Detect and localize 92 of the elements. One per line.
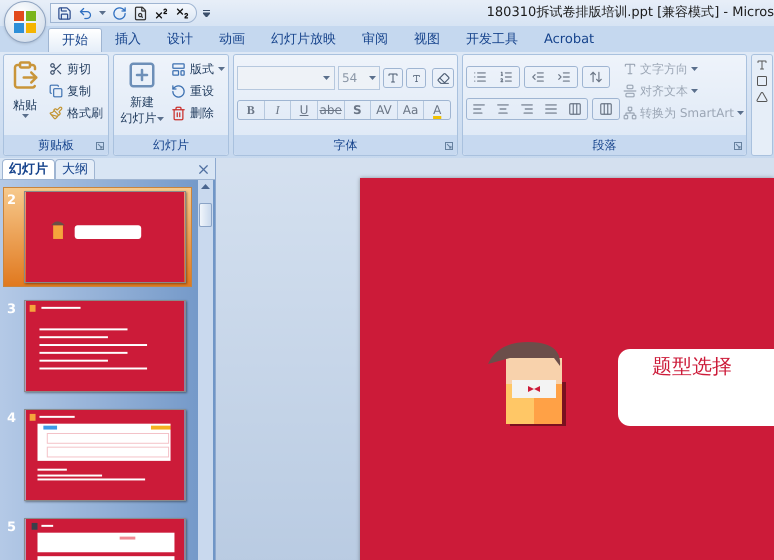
ribbon-button[interactable]: 格式刷 xyxy=(47,102,105,124)
ribbon-tab[interactable]: 动画 xyxy=(206,28,258,52)
format-button[interactable]: U xyxy=(291,101,318,119)
shrink-font-icon[interactable] xyxy=(406,68,426,88)
align-icon[interactable] xyxy=(568,102,582,116)
paragraph-format-icon[interactable] xyxy=(499,70,513,84)
align-text-icon xyxy=(623,84,637,98)
slide-number: 5 xyxy=(7,519,17,537)
slide-thumbnail[interactable] xyxy=(24,300,186,392)
copy-icon xyxy=(49,84,63,98)
font-name-field[interactable] xyxy=(237,66,335,90)
text-box-icon xyxy=(756,59,768,71)
scrollbar[interactable] xyxy=(198,180,213,560)
align-icon[interactable] xyxy=(496,102,510,116)
format-button[interactable]: B xyxy=(238,101,265,119)
format-button[interactable]: I xyxy=(264,101,292,119)
scroll-up-icon[interactable] xyxy=(201,184,210,189)
window-title: 180310拆试卷排版培训.ppt [兼容模式] - Micros xyxy=(486,4,774,22)
ribbon-tab[interactable]: Acrobat xyxy=(531,28,608,52)
slide-thumbnail[interactable] xyxy=(24,409,186,501)
format-button[interactable]: Aa xyxy=(398,101,424,119)
format-button[interactable]: A xyxy=(424,101,450,119)
paste-button[interactable]: 粘贴 xyxy=(7,58,43,135)
group-label: 段落 xyxy=(592,137,616,154)
new-slide-button[interactable]: 新建 幻灯片 xyxy=(117,58,167,135)
trash-icon xyxy=(171,106,186,120)
paragraph-format-icon[interactable] xyxy=(557,70,571,84)
ribbon-tab[interactable]: 幻灯片放映 xyxy=(258,28,349,52)
scroll-thumb[interactable] xyxy=(199,203,212,227)
undo-icon[interactable] xyxy=(78,6,93,20)
pane-tab[interactable]: 大纲 xyxy=(55,159,95,179)
dialog-launcher-icon[interactable] xyxy=(445,142,453,150)
paragraph-format-icon[interactable] xyxy=(589,70,603,84)
caret-icon xyxy=(691,67,698,71)
text-direction-icon xyxy=(623,62,637,76)
reset-icon xyxy=(171,84,186,98)
align-icon[interactable] xyxy=(472,102,486,116)
slide-number: 4 xyxy=(7,410,17,428)
format-button[interactable]: abe xyxy=(318,101,344,119)
new-slide-icon xyxy=(127,60,157,90)
smartart-icon xyxy=(623,106,637,120)
caret-icon xyxy=(369,76,376,80)
ribbon-button[interactable]: 复制 xyxy=(47,80,105,102)
office-logo-icon xyxy=(13,10,37,34)
layout-icon xyxy=(171,62,186,76)
pane-tab[interactable]: 幻灯片 xyxy=(2,159,55,179)
close-icon[interactable] xyxy=(196,162,211,177)
paragraph-format-icon[interactable] xyxy=(531,70,545,84)
ribbon-button[interactable]: 版式 xyxy=(169,58,227,80)
format-button[interactable]: AV xyxy=(371,101,398,119)
ribbon-button[interactable]: 删除 xyxy=(169,102,227,124)
shape-icon xyxy=(756,75,768,87)
caret-icon xyxy=(22,114,28,118)
caret-icon xyxy=(736,111,744,115)
slide-number: 2 xyxy=(7,192,17,210)
columns-icon[interactable] xyxy=(599,102,613,116)
ribbon-button[interactable]: 重设 xyxy=(169,80,227,102)
paintbrush-icon xyxy=(49,106,63,120)
save-icon[interactable] xyxy=(57,6,72,20)
caret-icon xyxy=(691,89,698,93)
align-icon[interactable] xyxy=(544,102,558,116)
slide-number: 3 xyxy=(7,301,17,319)
ribbon-button[interactable]: 剪切 xyxy=(47,58,105,80)
clear-format-icon[interactable] xyxy=(432,68,454,88)
caret-icon xyxy=(99,11,106,15)
slide-title: 题型选择 xyxy=(652,354,732,378)
ribbon-tab[interactable]: 插入 xyxy=(102,28,154,52)
ribbon-tab[interactable]: 视图 xyxy=(401,28,453,52)
shape-icon xyxy=(756,91,768,103)
paragraph-format-icon[interactable] xyxy=(473,70,487,84)
redo-icon[interactable] xyxy=(112,6,127,20)
slide-thumbnail[interactable] xyxy=(24,191,186,283)
format-button[interactable]: S xyxy=(344,101,372,119)
dialog-launcher-icon[interactable] xyxy=(734,142,742,150)
ribbon-tab[interactable]: 设计 xyxy=(154,28,206,52)
ribbon-tab[interactable]: 审阅 xyxy=(349,28,401,52)
dialog-launcher-icon[interactable] xyxy=(96,142,104,150)
subscript-icon[interactable] xyxy=(175,6,190,20)
caret-icon xyxy=(156,116,164,121)
group-label: 字体 xyxy=(334,137,358,154)
grow-font-icon[interactable] xyxy=(383,68,403,88)
group-label: 幻灯片 xyxy=(153,137,189,154)
group-label: 剪贴板 xyxy=(38,137,74,154)
align-icon[interactable] xyxy=(520,102,534,116)
print-preview-icon[interactable] xyxy=(133,6,148,20)
customize-toolbar-icon[interactable] xyxy=(203,10,210,16)
ribbon-tab[interactable]: 开发工具 xyxy=(453,28,531,52)
ribbon-tab[interactable]: 开始 xyxy=(48,28,102,52)
superscript-icon[interactable] xyxy=(154,6,169,20)
caret-icon xyxy=(323,76,330,80)
caret-icon xyxy=(218,67,225,71)
scissors-icon xyxy=(49,62,63,76)
